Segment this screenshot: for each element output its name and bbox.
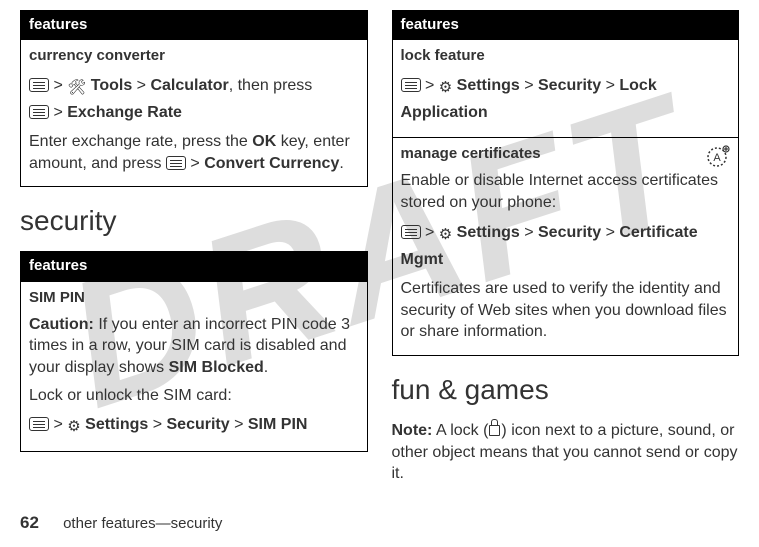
section-heading-fun-games: fun & games [392, 374, 740, 406]
cert-body1: Enable or disable Internet access certif… [401, 170, 731, 213]
sim-pin-cell: SIM PIN Caution: If you enter an incorre… [21, 281, 368, 452]
page-content: features currency converter > 🛠 Tools > … [0, 0, 759, 491]
text: Enter exchange rate, press the [29, 133, 252, 150]
nav-security: Security [538, 77, 601, 94]
lock-icon [489, 425, 500, 436]
menu-key-icon [166, 156, 186, 170]
caution-text: Caution: If you enter an incorrect PIN c… [29, 314, 359, 379]
sim-blocked: SIM Blocked [169, 359, 264, 376]
features-table-currency: features currency converter > 🛠 Tools > … [20, 10, 368, 187]
right-column: features lock feature > ⚙ Settings > Sec… [392, 10, 740, 491]
footer-text: other features—security [63, 515, 222, 532]
settings-icon: ⚙ [439, 223, 452, 247]
tools-icon: 🛠 [67, 76, 86, 100]
nav-path: > 🛠 Tools > Calculator, then press > Exc… [29, 73, 359, 126]
currency-converter-cell: currency converter > 🛠 Tools > Calculato… [21, 40, 368, 187]
left-column: features currency converter > 🛠 Tools > … [20, 10, 368, 491]
note-body1: A lock ( [432, 422, 488, 439]
nav-settings: Settings [457, 77, 520, 94]
features-table-simpin: features SIM PIN Caution: If you enter a… [20, 251, 368, 452]
table-header: features [21, 11, 368, 40]
nav-security: Security [167, 416, 230, 433]
nav-path: > ⚙ Settings > Security > SIM PIN [29, 412, 359, 439]
lock-unlock-text: Lock or unlock the SIM card: [29, 385, 359, 407]
manage-certificates-cell: A manage certificates Enable or disable … [392, 138, 739, 356]
nav-settings: Settings [457, 224, 520, 241]
fun-games-note: Note: A lock () icon next to a picture, … [392, 420, 740, 485]
menu-key-icon [401, 225, 421, 239]
nav-path: > ⚙ Settings > Security > Certificate Mg… [401, 220, 731, 273]
menu-key-icon [29, 78, 49, 92]
nav-tail: , then press [229, 77, 313, 94]
nav-calculator: Calculator [150, 77, 228, 94]
note-label: Note: [392, 422, 433, 439]
certificate-badge-icon: A [704, 144, 730, 170]
table-header: features [392, 11, 739, 40]
svg-text:A: A [713, 152, 721, 164]
section-heading-security: security [20, 205, 368, 237]
settings-icon: ⚙ [439, 76, 452, 100]
nav-exchange-rate: Exchange Rate [67, 104, 182, 121]
page-footer: 62 other features—security [20, 513, 222, 533]
caution-label: Caution: [29, 316, 94, 333]
cell-title: lock feature [401, 46, 731, 66]
cert-body2: Certificates are used to verify the iden… [401, 278, 731, 343]
menu-key-icon [29, 105, 49, 119]
cell-title: manage certificates [401, 144, 731, 164]
settings-icon: ⚙ [67, 415, 80, 439]
nav-tools: Tools [91, 77, 132, 94]
lock-feature-cell: lock feature > ⚙ Settings > Security > L… [392, 40, 739, 138]
nav-settings: Settings [85, 416, 148, 433]
menu-key-icon [401, 78, 421, 92]
menu-key-icon [29, 417, 49, 431]
ok-key: OK [252, 133, 276, 150]
nav-security: Security [538, 224, 601, 241]
table-header: features [21, 252, 368, 281]
features-table-right: features lock feature > ⚙ Settings > Sec… [392, 10, 740, 356]
page-number: 62 [20, 513, 39, 532]
cell-title: currency converter [29, 46, 359, 66]
nav-path: > ⚙ Settings > Security > Lock Applicati… [401, 73, 731, 126]
currency-body: Enter exchange rate, press the OK key, e… [29, 131, 359, 174]
nav-sim-pin: SIM PIN [248, 416, 308, 433]
nav-convert-currency: Convert Currency [204, 155, 339, 172]
cell-title: SIM PIN [29, 288, 359, 308]
